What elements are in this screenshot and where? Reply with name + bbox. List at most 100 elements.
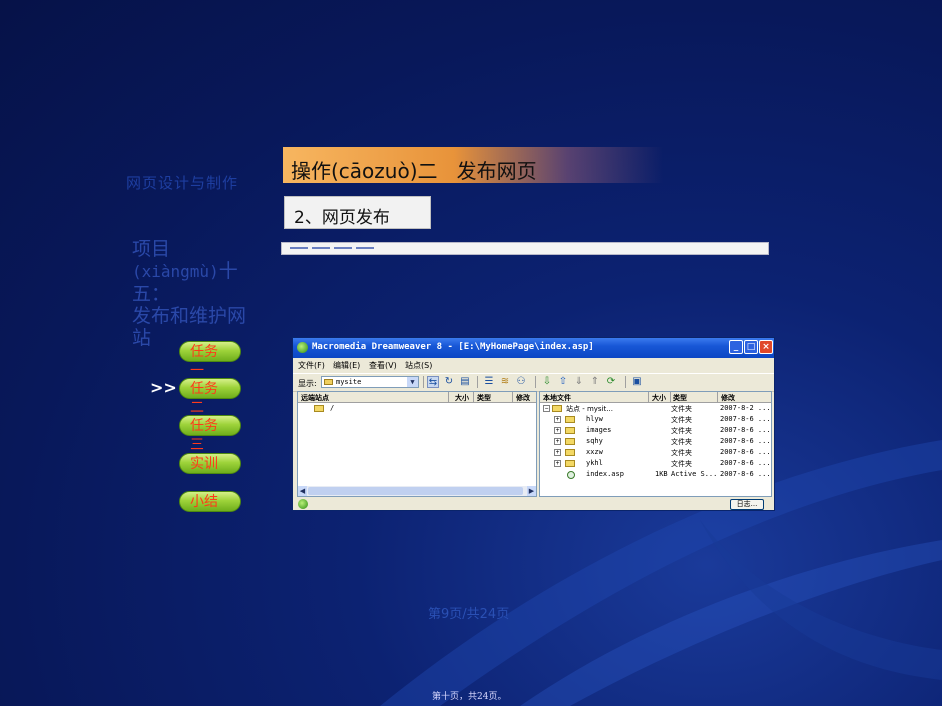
asp-file-icon	[567, 471, 575, 479]
scrollbar-thumb[interactable]	[308, 487, 523, 495]
dreamweaver-window: Macromedia Dreamweaver 8 - [E:\MyHomePag…	[292, 337, 775, 511]
file-name: index.asp	[586, 470, 624, 478]
local-col-modified[interactable]: 修改	[721, 393, 735, 403]
menu-file[interactable]: 文件(F)	[298, 360, 325, 371]
view-log-icon[interactable]: ▤	[459, 376, 471, 388]
expand-icon[interactable]: +	[554, 449, 561, 456]
synchronize-icon[interactable]: ⟳	[605, 376, 617, 388]
file-modified: 2007-8-6 ...	[720, 426, 771, 434]
horizontal-scrollbar[interactable]: ◀ ▶	[298, 486, 536, 496]
show-label: 显示:	[298, 379, 317, 388]
local-col-type[interactable]: 类型	[673, 393, 687, 403]
folder-icon	[565, 427, 575, 434]
chevron-left-icon[interactable]: ◀	[298, 486, 307, 496]
file-list-icon[interactable]: ☰	[483, 376, 495, 388]
get-file-icon[interactable]: ⇩	[541, 376, 553, 388]
local-header: 本地文件 大小 类型 修改	[540, 392, 771, 403]
current-item-arrow: >>	[150, 378, 177, 397]
maximize-icon[interactable]: □	[744, 340, 758, 354]
connect-icon[interactable]: ⇆	[427, 376, 439, 388]
table-row[interactable]: index.asp 1KB Active S... 2007-8-6 ...	[540, 469, 771, 480]
expand-icon[interactable]: +	[554, 427, 561, 434]
table-row[interactable]: + sqhy 文件夹 2007-8-6 ...	[540, 436, 771, 447]
list-item[interactable]: /	[298, 403, 536, 414]
menu-view[interactable]: 查看(V)	[369, 360, 397, 371]
expand-icon[interactable]: +	[554, 438, 561, 445]
menu-edit[interactable]: 编辑(E)	[333, 360, 360, 371]
site-map-icon[interactable]: ⚇	[515, 376, 527, 388]
table-row[interactable]: + images 文件夹 2007-8-6 ...	[540, 425, 771, 436]
nav-label-summary[interactable]: 小结	[190, 493, 220, 512]
folder-icon	[565, 438, 575, 445]
file-name: images	[586, 426, 612, 434]
file-type: 文件夹	[671, 427, 692, 435]
folder-icon	[565, 449, 575, 456]
close-icon[interactable]: ×	[759, 340, 773, 354]
file-name: ykhl	[586, 459, 603, 467]
site-select[interactable]: mysite ▼	[321, 376, 419, 388]
project-pinyin: (xiàngmù)	[132, 262, 219, 281]
folder-icon	[314, 405, 324, 412]
table-row[interactable]: + xxzw 文件夹 2007-8-6 ...	[540, 447, 771, 458]
expand-panel-icon[interactable]: ▣	[631, 376, 643, 388]
log-button[interactable]: 日志...	[730, 499, 764, 510]
file-name: xxzw	[586, 448, 603, 456]
divider-bar	[281, 242, 769, 255]
expand-icon[interactable]: +	[554, 416, 561, 423]
expand-icon[interactable]: +	[554, 460, 561, 467]
file-size: 1KB	[655, 470, 668, 478]
file-name: sqhy	[586, 437, 603, 445]
remote-col-name[interactable]: 远端站点	[301, 393, 329, 403]
file-name: hlyw	[586, 415, 603, 423]
page-count: 第9页/共24页	[428, 607, 510, 622]
table-row[interactable]: + hlyw 文件夹 2007-8-6 ...	[540, 414, 771, 425]
operation-title: 操作(cāozuò)二 发布网页	[291, 159, 537, 183]
root-modified: 2007-8-2 ...	[720, 404, 771, 412]
dreamweaver-app-icon	[297, 342, 308, 353]
file-modified: 2007-8-6 ...	[720, 415, 771, 423]
chevron-down-icon[interactable]: ▼	[407, 377, 418, 387]
file-type: Active S...	[671, 470, 718, 478]
toolbar-separator	[477, 376, 478, 388]
check-in-icon[interactable]: ⇑	[589, 376, 601, 388]
chevron-right-icon[interactable]: ▶	[527, 486, 536, 496]
toolbar-separator	[423, 376, 424, 388]
operation-header: 操作(cāozuò)二 发布网页	[283, 147, 663, 183]
course-title: 网页设计与制作	[126, 174, 239, 192]
testing-server-icon[interactable]: ≋	[499, 376, 511, 388]
remote-col-type[interactable]: 类型	[477, 393, 491, 403]
step-title: 2、网页发布	[294, 208, 390, 228]
folder-icon	[324, 379, 333, 385]
file-modified: 2007-8-6 ...	[720, 470, 771, 478]
check-out-icon[interactable]: ⇓	[573, 376, 585, 388]
toolbar-separator	[625, 376, 626, 388]
local-files-pane[interactable]: 本地文件 大小 类型 修改 − 站点 - mysit... 文件夹 2007-8…	[539, 391, 772, 497]
project-title: 项目 (xiàngmù)十五： 发布和维护网站	[132, 238, 252, 349]
collapse-icon[interactable]: −	[543, 405, 550, 412]
local-col-size[interactable]: 大小	[652, 393, 666, 403]
site-toolbar: 显示: mysite ▼ ⇆ ↻ ▤ ☰ ≋ ⚇ ⇩ ⇧ ⇓ ⇑ ⟳ ▣	[293, 373, 774, 392]
nav-label-task-1[interactable]: 任务一	[190, 343, 220, 381]
put-file-icon[interactable]: ⇧	[557, 376, 569, 388]
local-col-name[interactable]: 本地文件	[543, 393, 571, 403]
refresh-icon[interactable]: ↻	[443, 376, 455, 388]
window-title: Macromedia Dreamweaver 8 - [E:\MyHomePag…	[312, 342, 594, 352]
remote-col-modified[interactable]: 修改	[516, 393, 530, 403]
folder-icon	[552, 405, 562, 412]
step-title-box: 2、网页发布	[284, 196, 431, 229]
nav-label-task-3[interactable]: 任务三	[190, 417, 220, 455]
menu-site[interactable]: 站点(S)	[405, 360, 432, 371]
footer-text: 第十页，共24页。	[432, 692, 507, 702]
window-titlebar: Macromedia Dreamweaver 8 - [E:\MyHomePag…	[293, 338, 774, 358]
remote-site-pane[interactable]: 远端站点 大小 类型 修改 / ◀ ▶	[297, 391, 537, 497]
project-prefix: 项目	[132, 238, 171, 260]
file-type: 文件夹	[671, 460, 692, 468]
file-modified: 2007-8-6 ...	[720, 448, 771, 456]
table-row[interactable]: − 站点 - mysit... 文件夹 2007-8-2 ...	[540, 403, 771, 414]
nav-label-task-2[interactable]: 任务二	[190, 380, 220, 418]
minimize-icon[interactable]: _	[729, 340, 743, 354]
table-row[interactable]: + ykhl 文件夹 2007-8-6 ...	[540, 458, 771, 469]
file-modified: 2007-8-6 ...	[720, 459, 771, 467]
remote-col-size[interactable]: 大小	[455, 393, 469, 403]
nav-label-practice[interactable]: 实训	[190, 455, 220, 474]
